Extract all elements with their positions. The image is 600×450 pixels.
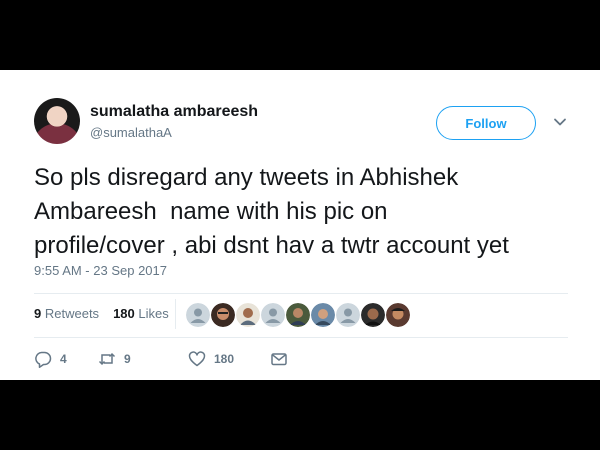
reply-count: 4 <box>60 352 67 366</box>
retweets-count: 9 <box>34 306 42 321</box>
liker-avatar[interactable] <box>186 303 210 327</box>
avatar[interactable] <box>34 98 80 144</box>
liker-avatar[interactable] <box>311 303 335 327</box>
likes-label: Likes <box>138 306 169 321</box>
retweets-label: Retweets <box>44 306 100 321</box>
like-button[interactable]: 180 <box>188 350 270 368</box>
user-handle[interactable]: @sumalathaA <box>90 125 172 140</box>
likes-count: 180 <box>113 306 135 321</box>
liker-avatar[interactable] <box>211 303 235 327</box>
liker-avatar[interactable] <box>386 303 410 327</box>
retweet-count: 9 <box>124 352 131 366</box>
follow-button[interactable]: Follow <box>436 106 536 140</box>
liker-avatar[interactable] <box>336 303 360 327</box>
tweet-timestamp[interactable]: 9:55 AM - 23 Sep 2017 <box>34 263 167 278</box>
chevron-down-icon[interactable] <box>553 115 567 129</box>
tweet-card: sumalatha ambareesh @sumalathaA Follow S… <box>0 70 600 380</box>
liker-avatar[interactable] <box>361 303 385 327</box>
divider <box>34 293 568 294</box>
likes-stat[interactable]: 180 Likes <box>113 306 169 321</box>
tweet-text: So pls disregard any tweets in Abhishek … <box>34 164 509 259</box>
display-name[interactable]: sumalatha ambareesh <box>90 103 258 121</box>
message-icon <box>271 353 287 366</box>
reply-icon <box>35 351 52 368</box>
retweet-icon <box>98 352 116 366</box>
retweets-stat[interactable]: 9 Retweets <box>34 306 99 321</box>
divider <box>34 337 568 338</box>
liker-avatar[interactable] <box>261 303 285 327</box>
direct-message-button[interactable] <box>270 350 288 368</box>
likers-avatars <box>186 303 410 327</box>
reply-button[interactable]: 4 <box>34 350 98 368</box>
tweet-actions: 4 9 180 <box>34 350 288 368</box>
like-icon <box>188 351 206 367</box>
liker-avatar[interactable] <box>286 303 310 327</box>
engagement-stats: 9 Retweets 180 Likes <box>34 306 169 321</box>
stats-separator <box>175 299 176 329</box>
retweet-button[interactable]: 9 <box>98 350 188 368</box>
like-count: 180 <box>214 352 235 366</box>
liker-avatar[interactable] <box>236 303 260 327</box>
